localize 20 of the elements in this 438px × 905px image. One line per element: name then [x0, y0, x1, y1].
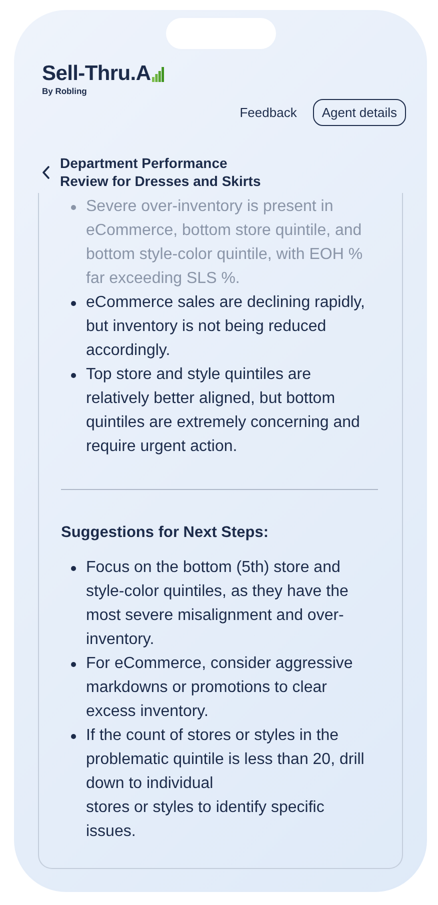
byline: By Robling [42, 86, 87, 96]
agent-details-button[interactable]: Agent details [312, 99, 406, 126]
bullet-icon [71, 734, 76, 739]
bullet-icon [71, 301, 76, 306]
bullet-icon [71, 373, 76, 378]
bullet-text: Focus on the bottom (5th) store and style-color quintiles, as they have the most severe misalignment and over-inventory. [86, 558, 350, 650]
bullet-text: Top store and style quintiles are relatively better aligned, but bottom quintiles are extremely concerning and require urgent action. [86, 365, 361, 457]
bullet-text: eCommerce sales are declining rapidly, but inventory is not being reduced accordingly. [86, 293, 366, 361]
section-heading: Suggestions for Next Steps: [61, 524, 270, 542]
bullet-icon [71, 205, 76, 210]
logo-text: Sell-Thru.A [42, 63, 151, 85]
feedback-link[interactable]: Feedback [238, 101, 299, 124]
bullet-text: Severe over-inventory is present in eCommerce, bottom store quintile, and bottom style-color quintile, with EOH % far exceeding SLS %. [86, 197, 364, 289]
bullet-text: For eCommerce, consider aggressive markdowns or promotions to clear excess inventory. [86, 654, 354, 722]
bar-chart-icon [152, 67, 164, 82]
page-title: Department Performance Review for Dresses and Skirts [60, 154, 261, 190]
bullet-text: If the count of stores or styles in the problematic quintile is less than 20, drill down to individual stores or styles to identify specific issues. [86, 726, 366, 842]
bullet-icon [71, 662, 76, 667]
back-icon[interactable] [42, 166, 50, 178]
bullet-icon [71, 566, 76, 571]
